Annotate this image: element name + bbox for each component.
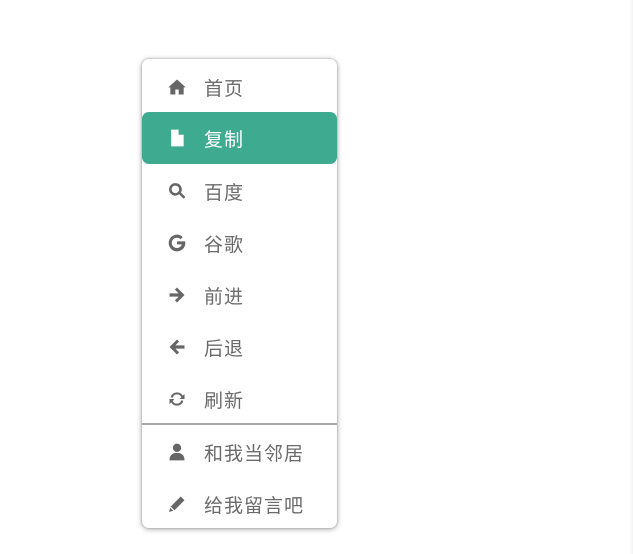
menu-item-label: 百度 — [204, 181, 245, 204]
home-icon — [166, 76, 188, 98]
context-menu: 首页 复制 百度 谷歌 前进 后退 刷新 和我当邻居 给我留言吧 — [142, 59, 337, 528]
menu-item-label: 后退 — [204, 337, 245, 360]
user-icon — [166, 441, 188, 463]
menu-item-google[interactable]: 谷歌 — [142, 217, 337, 269]
google-icon — [166, 232, 188, 254]
menu-item-forward[interactable]: 前进 — [142, 269, 337, 321]
menu-item-back[interactable]: 后退 — [142, 321, 337, 373]
menu-item-label: 谷歌 — [204, 233, 245, 256]
file-icon — [166, 127, 188, 149]
menu-item-label: 复制 — [204, 128, 245, 151]
menu-item-refresh[interactable]: 刷新 — [142, 373, 337, 425]
menu-divider — [142, 423, 337, 425]
menu-item-label: 首页 — [204, 77, 245, 100]
menu-item-home[interactable]: 首页 — [142, 61, 337, 113]
menu-item-label: 给我留言吧 — [204, 494, 305, 517]
pencil-icon — [166, 493, 188, 515]
menu-item-label: 和我当邻居 — [204, 442, 305, 465]
menu-item-message[interactable]: 给我留言吧 — [142, 478, 337, 528]
arrow-left-icon — [166, 336, 188, 358]
arrow-right-icon — [166, 284, 188, 306]
menu-item-label: 刷新 — [204, 389, 245, 412]
page: 首页 复制 百度 谷歌 前进 后退 刷新 和我当邻居 给我留言吧 — [0, 0, 633, 554]
page-edge-shadow — [629, 0, 633, 554]
menu-item-copy[interactable]: 复制 — [142, 112, 337, 164]
search-icon — [166, 180, 188, 202]
menu-item-neighbor[interactable]: 和我当邻居 — [142, 426, 337, 478]
menu-item-baidu[interactable]: 百度 — [142, 165, 337, 217]
menu-item-label: 前进 — [204, 285, 245, 308]
refresh-icon — [166, 388, 188, 410]
